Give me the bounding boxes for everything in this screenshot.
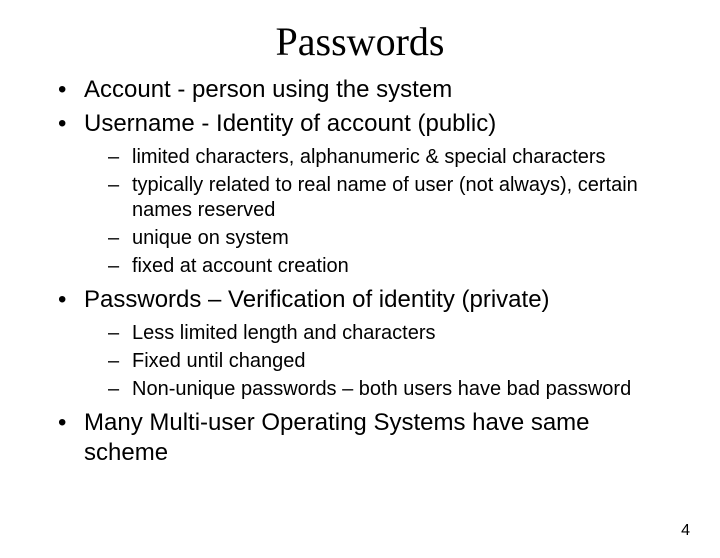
sub-bullet-item: typically related to real name of user (… [108,173,680,223]
bullet-text: Passwords – Verification of identity (pr… [84,286,550,313]
bullet-text: Account - person using the system [84,76,452,103]
bullet-item: Many Multi-user Operating Systems have s… [50,408,680,468]
bullet-list: Account - person using the system Userna… [50,75,680,468]
sub-bullet-item: unique on system [108,226,680,251]
sub-bullet-list: Less limited length and characters Fixed… [84,321,680,402]
page-number: 4 [681,522,690,540]
bullet-text: Username - Identity of account (public) [84,110,496,137]
sub-bullet-item: Fixed until changed [108,349,680,374]
bullet-item: Account - person using the system [50,75,680,105]
slide-title: Passwords [0,18,720,65]
sub-bullet-item: Less limited length and characters [108,321,680,346]
bullet-item: Passwords – Verification of identity (pr… [50,285,680,402]
sub-bullet-item: fixed at account creation [108,254,680,279]
bullet-text: Many Multi-user Operating Systems have s… [84,409,590,466]
sub-bullet-list: limited characters, alphanumeric & speci… [84,145,680,279]
slide: Passwords Account - person using the sys… [0,18,720,558]
bullet-item: Username - Identity of account (public) … [50,109,680,279]
sub-bullet-item: limited characters, alphanumeric & speci… [108,145,680,170]
sub-bullet-item: Non-unique passwords – both users have b… [108,377,680,402]
